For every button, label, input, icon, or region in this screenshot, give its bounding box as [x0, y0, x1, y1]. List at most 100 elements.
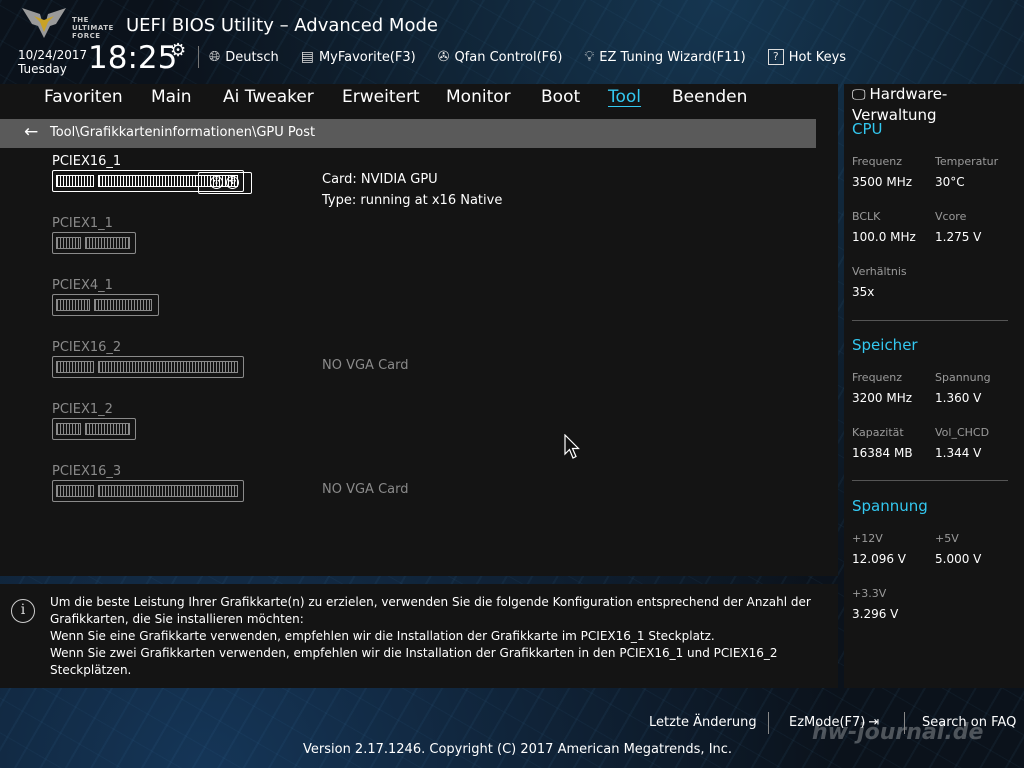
connector-pins	[56, 423, 81, 435]
section-divider	[852, 480, 1008, 481]
help-line: Grafikkarten, die Sie installieren möcht…	[50, 612, 304, 626]
ez-tuning-wizard-label: EZ Tuning Wizard(F11)	[599, 49, 746, 65]
logo-text: THE ULTIMATE FORCE	[72, 16, 114, 40]
mem-freq-label: Frequenz	[852, 371, 903, 384]
app-title: UEFI BIOS Utility – Advanced Mode	[126, 15, 438, 36]
footer-divider	[768, 712, 769, 734]
lightbulb-icon: 💡︎	[584, 49, 595, 65]
date-display: 10/24/2017 Tuesday	[18, 48, 87, 76]
info-icon: i	[11, 599, 35, 623]
qfan-control-button[interactable]: ✇ Qfan Control(F6)	[438, 49, 563, 65]
tab-favoriten[interactable]: Favoriten	[44, 87, 123, 107]
gpu-card-name: Card: NVIDIA GPU	[322, 172, 438, 187]
gpu-card-icon: ✣ ✣	[198, 172, 252, 194]
ratio-label: Verhältnis	[852, 265, 907, 278]
vol-chcd-label: Vol_CHCD	[935, 426, 990, 439]
v12-value: 12.096 V	[852, 552, 907, 566]
breadcrumb: ← Tool\Grafikkarteninformationen\GPU Pos…	[0, 119, 816, 148]
last-change-button[interactable]: Letzte Änderung	[649, 715, 757, 730]
tab-boot[interactable]: Boot	[541, 87, 580, 107]
vcore-label: Vcore	[935, 210, 967, 223]
back-arrow-icon[interactable]: ←	[24, 122, 38, 142]
tab-monitor[interactable]: Monitor	[446, 87, 511, 107]
gear-icon[interactable]: ⚙	[170, 40, 186, 61]
fan-icon: ✣	[226, 176, 239, 189]
pcie-x1-connector	[52, 418, 136, 440]
bclk-value: 100.0 MHz	[852, 230, 916, 244]
hardware-monitor-panel: 🖵︎ Hardware-Verwaltung CPU Frequenz 3500 …	[844, 84, 1024, 688]
slot-label: PCIEX16_1	[52, 154, 122, 169]
hot-keys-label: Hot Keys	[788, 49, 847, 65]
slot-pciex16-3: PCIEX16_3	[52, 464, 244, 502]
globe-icon: 🌐︎	[209, 49, 221, 65]
language-button[interactable]: 🌐︎ Deutsch	[209, 49, 279, 65]
voltage-heading: Spannung	[852, 497, 928, 515]
pcie-x16-connector	[52, 480, 244, 502]
cpu-freq-label: Frequenz	[852, 155, 903, 168]
tab-main[interactable]: Main	[151, 87, 192, 107]
hardware-monitor-label: Hardware-Verwaltung	[852, 85, 948, 124]
help-info-bar: i Um die beste Leistung Ihrer Grafikkart…	[0, 584, 838, 688]
fan-icon: ✇	[437, 49, 450, 65]
tab-beenden[interactable]: Beenden	[672, 87, 747, 107]
memory-heading: Speicher	[852, 336, 918, 354]
hardware-monitor-title: 🖵︎ Hardware-Verwaltung	[852, 84, 1022, 125]
slot-label: PCIEX16_2	[52, 340, 122, 355]
tab-erweitert[interactable]: Erweitert	[342, 87, 420, 107]
v12-label: +12V	[852, 532, 883, 545]
pcie-x16-connector	[52, 356, 244, 378]
mem-freq-value: 3200 MHz	[852, 391, 913, 405]
cpu-freq-value: 3500 MHz	[852, 175, 913, 189]
breadcrumb-path: Tool\Grafikkarteninformationen\GPU Post	[50, 125, 316, 140]
gpu-link-type: Type: running at x16 Native	[322, 193, 503, 208]
mouse-cursor-icon	[564, 433, 580, 464]
connector-pins	[94, 299, 152, 311]
tab-ai-tweaker[interactable]: Ai Tweaker	[223, 87, 314, 107]
weekday: Tuesday	[18, 62, 67, 76]
myfavorite-label: MyFavorite(F3)	[318, 49, 416, 65]
favorite-icon: ▤	[300, 49, 314, 65]
ez-tuning-wizard-button[interactable]: 💡︎ EZ Tuning Wizard(F11)	[584, 49, 745, 65]
v33-label: +3.3V	[852, 587, 887, 600]
clock[interactable]: 18:25	[88, 40, 177, 76]
mem-volt-label: Spannung	[935, 371, 991, 384]
toolbar: 🌐︎ Deutsch ▤ MyFavorite(F3) ✇ Qfan Contr…	[198, 46, 868, 68]
connector-pins	[56, 175, 94, 187]
mem-volt-value: 1.360 V	[935, 391, 982, 405]
mem-capacity-label: Kapazität	[852, 426, 904, 439]
myfavorite-button[interactable]: ▤ MyFavorite(F3)	[301, 49, 416, 65]
connector-pins	[85, 237, 130, 249]
toolbar-divider	[198, 46, 199, 68]
help-line: Um die beste Leistung Ihrer Grafikkarte(…	[50, 595, 811, 609]
v33-value: 3.296 V	[852, 607, 899, 621]
cpu-heading: CPU	[852, 120, 883, 138]
fan-icon: ✣	[210, 176, 223, 189]
bottom-bar: hw-journal.de Letzte Änderung EzMode(F7)…	[0, 688, 1024, 768]
help-line: Wenn Sie eine Grafikkarte verwenden, emp…	[50, 629, 715, 643]
pcie-x4-connector	[52, 294, 159, 316]
slot-pciex16-2: PCIEX16_2	[52, 340, 244, 378]
slot-pciex4-1: PCIEX4_1	[52, 278, 159, 316]
slot-pciex16-3-status: NO VGA Card	[322, 482, 409, 497]
connector-pins	[56, 485, 94, 497]
help-line: Wenn Sie zwei Grafikkarten verwenden, em…	[50, 646, 778, 677]
connector-pins	[85, 423, 130, 435]
search-faq-button[interactable]: Search on FAQ	[922, 715, 1016, 730]
header: THE ULTIMATE FORCE UEFI BIOS Utility – A…	[0, 0, 1024, 82]
exit-icon: ⇥	[868, 715, 880, 730]
slot-pciex1-2: PCIEX1_2	[52, 402, 136, 440]
slot-label: PCIEX16_3	[52, 464, 122, 479]
connector-pins	[98, 485, 238, 497]
connector-pins	[56, 299, 90, 311]
connector-pins	[56, 361, 94, 373]
ezmode-button[interactable]: EzMode(F7) ⇥	[789, 715, 879, 730]
hot-keys-button[interactable]: ? Hot Keys	[767, 49, 847, 65]
tab-tool[interactable]: Tool	[608, 87, 641, 107]
slot-label: PCIEX1_2	[52, 402, 113, 417]
vol-chcd-value: 1.344 V	[935, 446, 982, 460]
slot-label: PCIEX4_1	[52, 278, 113, 293]
connector-pins	[98, 361, 238, 373]
slot-label: PCIEX1_1	[52, 216, 113, 231]
main-panel: ← Tool\Grafikkarteninformationen\GPU Pos…	[0, 114, 838, 576]
help-text: Um die beste Leistung Ihrer Grafikkarte(…	[50, 594, 830, 679]
